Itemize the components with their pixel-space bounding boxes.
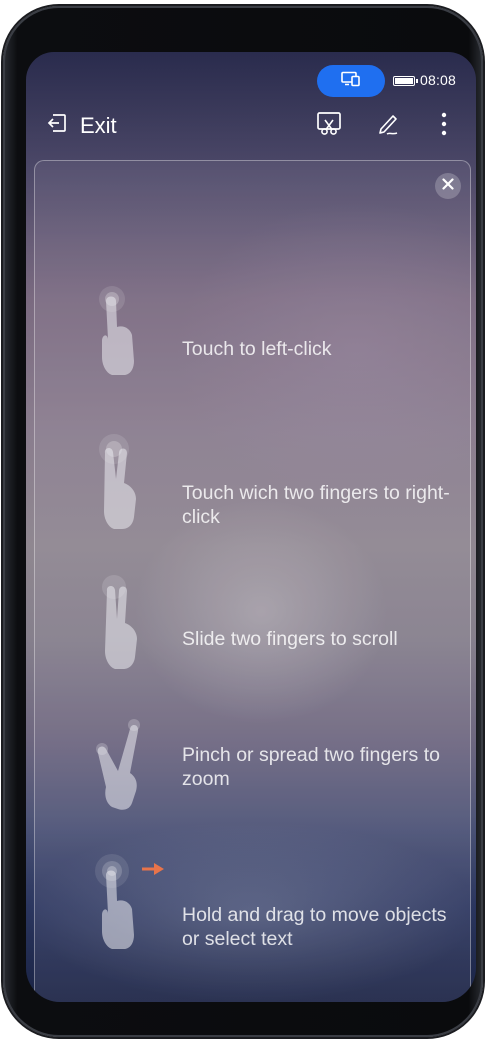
toolbar: Exit (26, 104, 476, 148)
exit-button[interactable]: Exit (46, 108, 117, 144)
screen-capture-icon (316, 111, 342, 142)
gesture-tip-text: Pinch or spread two fingers to zoom (182, 744, 440, 790)
two-finger-tap-icon (90, 431, 170, 541)
status-bar: 08:08 (26, 62, 476, 97)
more-vertical-icon (440, 111, 448, 142)
close-tutorial-button[interactable] (435, 173, 461, 199)
exit-label: Exit (80, 113, 117, 138)
screen-mirroring-icon (340, 71, 362, 92)
more-options-button[interactable] (428, 110, 460, 142)
two-finger-slide-icon (90, 571, 170, 681)
screen-mirroring-indicator[interactable] (317, 65, 385, 97)
gesture-tip-text: Touch wich two fingers to right-click (182, 482, 450, 528)
status-time: 08:08 (420, 72, 457, 88)
gesture-tip-text: Touch to left-click (182, 338, 332, 360)
gesture-tip-text: Slide two fingers to scroll (182, 628, 398, 650)
gesture-tutorial-panel: Touch to left-click Touch wich two finge… (34, 160, 471, 1002)
close-icon (442, 177, 454, 195)
annotate-button[interactable] (372, 110, 404, 142)
phone-frame: 08:08 Exit Touch to left-click Touch wic… (3, 6, 483, 1037)
pinch-zoom-icon (90, 711, 170, 821)
hold-drag-icon (90, 851, 170, 961)
phone-screen: 08:08 Exit Touch to left-click Touch wic… (26, 52, 476, 1002)
gesture-tip-text: Hold and drag to move objects or select … (182, 904, 447, 950)
one-finger-tap-icon (90, 281, 170, 391)
pen-icon (375, 111, 401, 142)
exit-icon (46, 112, 68, 140)
screen-capture-button[interactable] (313, 110, 345, 142)
battery-full-icon (393, 76, 418, 86)
